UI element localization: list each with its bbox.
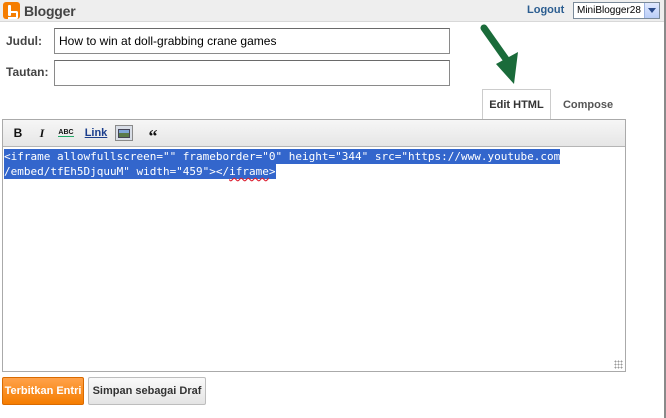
top-bar: Blogger Logout MiniBlogger28: [0, 0, 666, 22]
publish-button[interactable]: Terbitkan Entri: [2, 377, 84, 405]
blogger-logo[interactable]: Blogger: [3, 2, 76, 19]
insert-image-button[interactable]: [115, 125, 133, 141]
post-editor: B I ABC Link “ <iframe allowfullscreen="…: [2, 119, 626, 372]
app-name: Blogger: [24, 2, 76, 19]
blog-selector[interactable]: MiniBlogger28: [573, 2, 660, 19]
title-label: Judul:: [6, 34, 42, 48]
code-segment: /embed/tfEh5DjquuM" width="459"></: [4, 165, 230, 178]
blogger-icon: [3, 2, 20, 19]
logout-link[interactable]: Logout: [527, 4, 564, 16]
link-label: Tautan:: [6, 65, 49, 79]
save-draft-button[interactable]: Simpan sebagai Draf: [88, 377, 206, 405]
resize-handle[interactable]: [614, 360, 623, 369]
code-line: /embed/tfEh5DjquuM" width="459"></iframe…: [4, 164, 276, 179]
tab-edit-html[interactable]: Edit HTML: [482, 89, 551, 120]
spellcheck-icon: ABC: [58, 129, 74, 137]
html-code-textarea[interactable]: <iframe allowfullscreen="" frameborder="…: [3, 148, 625, 371]
image-icon: [118, 128, 130, 138]
bold-button[interactable]: B: [12, 125, 24, 141]
editor-toolbar: B I ABC Link “: [3, 120, 625, 147]
spellcheck-button[interactable]: ABC: [57, 125, 75, 141]
blog-selector-value: MiniBlogger28: [577, 5, 641, 16]
link-input[interactable]: [54, 60, 450, 86]
tab-compose[interactable]: Compose: [556, 89, 620, 120]
code-segment: >: [268, 165, 276, 178]
blockquote-button[interactable]: “: [145, 125, 161, 145]
link-button[interactable]: Link: [84, 125, 108, 141]
code-line: <iframe allowfullscreen="" frameborder="…: [4, 149, 561, 164]
title-input[interactable]: How to win at doll-grabbing crane games: [54, 28, 450, 54]
annotation-arrow-icon: [480, 24, 518, 84]
code-segment-misspelled: iframe: [229, 165, 269, 178]
italic-button[interactable]: I: [36, 125, 48, 141]
chevron-down-icon[interactable]: [644, 3, 659, 18]
